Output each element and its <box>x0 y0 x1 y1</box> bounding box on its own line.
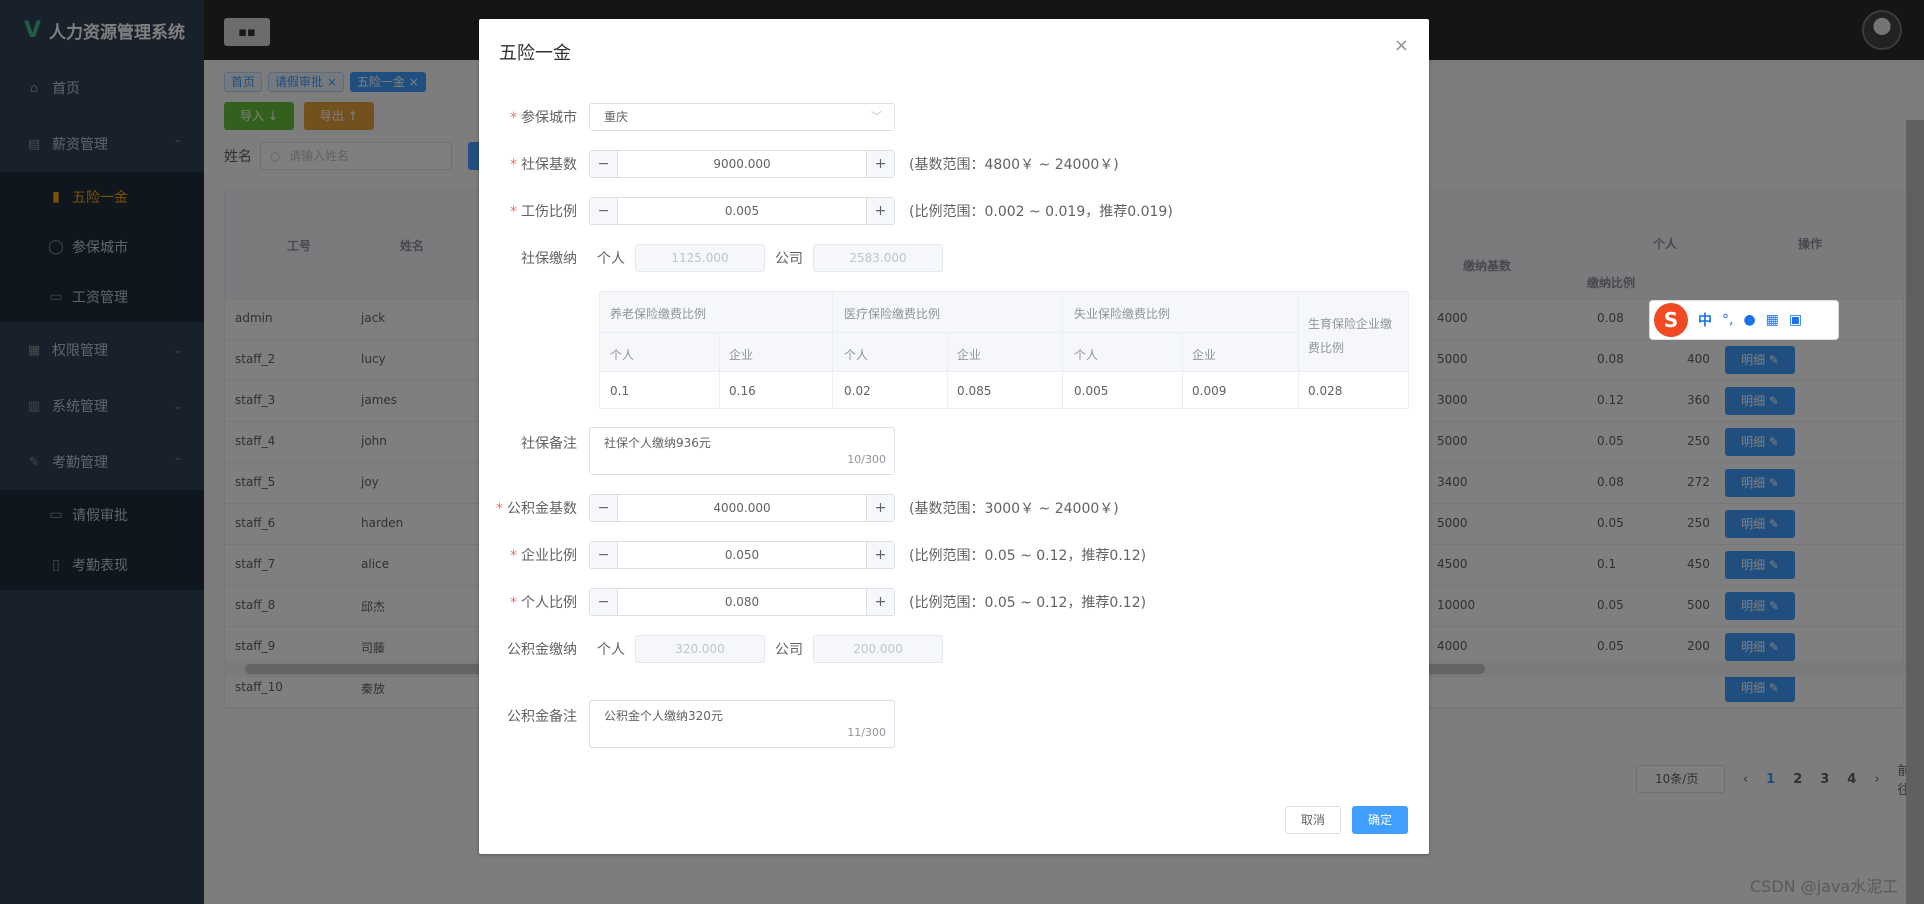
form-row-hf-personal: * 个人比例 − 0.080 + (比例范围：0.05 ~ 0.12，推荐0.12… <box>479 587 1146 617</box>
hf-base-hint: (基数范围：3000￥ ~ 24000￥) <box>909 501 1119 517</box>
watermark: CSDN @java水泥工 <box>1750 877 1899 896</box>
form-row-city: * 参保城市 重庆 ﹀ <box>479 102 895 132</box>
microphone-icon[interactable]: ● <box>1743 312 1755 328</box>
ss-base-hint: (基数范围：4800￥ ~ 24000￥) <box>909 157 1119 173</box>
hf-company-label: * 企业比例 <box>510 548 577 564</box>
insurance-dialog: 五险一金 × * 参保城市 重庆 ﹀ * 社保基数 − 9000.000 + (基数… <box>479 19 1429 854</box>
form-row-injury: * 工伤比例 − 0.005 + (比例范围：0.002 ~ 0.019，推荐0.… <box>479 196 1173 226</box>
ss-note-label: 社保备注 <box>521 436 577 452</box>
medical-personal-value: 0.02 <box>844 384 871 398</box>
hf-note-label: 公积金备注 <box>507 709 577 725</box>
form-row-ss-note: 社保备注 社保个人缴纳936元 10/300 <box>479 427 895 475</box>
medical-header: 医疗保险缴费比例 <box>844 307 941 321</box>
injury-input[interactable]: 0.005 <box>618 198 866 224</box>
personal-label: 个人 <box>597 251 625 267</box>
personal-label: 个人 <box>597 642 625 658</box>
medical-company-value: 0.085 <box>957 384 992 398</box>
confirm-button[interactable]: 确定 <box>1352 806 1408 834</box>
increment-button[interactable]: + <box>866 589 894 615</box>
cancel-button[interactable]: 取消 <box>1285 806 1341 834</box>
hf-personal-label: * 个人比例 <box>510 595 577 611</box>
city-value: 重庆 <box>604 110 629 124</box>
form-row-hf-pay: 公积金缴纳 个人 320.000 公司 200.000 <box>479 634 943 664</box>
ime-chinese-mode[interactable]: 中 <box>1698 310 1712 330</box>
ratio-table: 养老保险缴费比例 医疗保险缴费比例 失业保险缴费比例 生育保险企业缴费比例 个人… <box>599 291 1409 409</box>
hf-personal-hint: (比例范围：0.05 ~ 0.12，推荐0.12) <box>909 595 1147 611</box>
personal-subheader: 个人 <box>610 348 635 362</box>
char-counter: 11/300 <box>847 726 886 739</box>
decrement-button[interactable]: − <box>590 495 618 521</box>
maternity-company-value: 0.028 <box>1308 384 1343 398</box>
close-icon[interactable]: × <box>1394 35 1409 56</box>
decrement-button[interactable]: − <box>590 589 618 615</box>
ss-company-field: 2583.000 <box>813 244 943 272</box>
hf-company-stepper[interactable]: − 0.050 + <box>589 541 895 569</box>
city-select[interactable]: 重庆 ﹀ <box>589 103 895 131</box>
ime-punctuation[interactable]: °, <box>1722 312 1733 328</box>
hf-pay-label: 公积金缴纳 <box>507 642 577 658</box>
keyboard-icon[interactable]: ▦ <box>1766 312 1779 328</box>
hf-personal-field: 320.000 <box>635 635 765 663</box>
unemploy-company-value: 0.009 <box>1192 384 1227 398</box>
sogou-logo-icon: S <box>1654 303 1688 337</box>
decrement-button[interactable]: − <box>590 151 618 177</box>
hf-note-textarea[interactable]: 公积金个人缴纳320元 11/300 <box>589 700 895 748</box>
app-root: V 人力资源管理系统 ⌂ 首页 ▤ 薪资管理 ⌃ ▮ 五险一金 ◯ 参保城市 ▭… <box>0 0 1924 904</box>
company-subheader: 企业 <box>1192 348 1217 362</box>
hf-base-label: * 公积金基数 <box>496 501 577 517</box>
ss-note-textarea[interactable]: 社保个人缴纳936元 10/300 <box>589 427 895 475</box>
apps-icon[interactable]: ▣ <box>1789 312 1802 328</box>
hf-personal-input[interactable]: 0.080 <box>618 589 866 615</box>
form-row-ss-pay: 社保缴纳 个人 1125.000 公司 2583.000 <box>479 243 943 273</box>
personal-subheader: 个人 <box>1074 348 1099 362</box>
dialog-title: 五险一金 <box>499 43 571 64</box>
unemploy-header: 失业保险缴费比例 <box>1074 307 1171 321</box>
chevron-down-icon: ﹀ <box>871 110 882 123</box>
unemploy-personal-value: 0.005 <box>1074 384 1109 398</box>
maternity-header: 生育保险企业缴费比例 <box>1308 317 1393 355</box>
form-row-hf-note: 公积金备注 公积金个人缴纳320元 11/300 <box>479 700 895 748</box>
company-label: 公司 <box>775 251 803 267</box>
ss-base-label: * 社保基数 <box>510 157 577 173</box>
injury-hint: (比例范围：0.002 ~ 0.019，推荐0.019) <box>909 204 1173 220</box>
increment-button[interactable]: + <box>866 542 894 568</box>
ss-base-stepper[interactable]: − 9000.000 + <box>589 150 895 178</box>
increment-button[interactable]: + <box>866 151 894 177</box>
ime-toolbar[interactable]: S 中 °, ● ▦ ▣ <box>1649 300 1839 340</box>
injury-label: * 工伤比例 <box>510 204 577 220</box>
increment-button[interactable]: + <box>866 495 894 521</box>
ss-personal-field: 1125.000 <box>635 244 765 272</box>
company-label: 公司 <box>775 642 803 658</box>
hf-base-input[interactable]: 4000.000 <box>618 495 866 521</box>
ss-pay-label: 社保缴纳 <box>521 251 577 267</box>
hf-note-value: 公积金个人缴纳320元 <box>604 709 723 723</box>
increment-button[interactable]: + <box>866 198 894 224</box>
pension-personal-value: 0.1 <box>610 384 630 398</box>
injury-stepper[interactable]: − 0.005 + <box>589 197 895 225</box>
pension-company-value: 0.16 <box>729 384 756 398</box>
hf-company-field: 200.000 <box>813 635 943 663</box>
form-row-hf-company: * 企业比例 − 0.050 + (比例范围：0.05 ~ 0.12，推荐0.12… <box>479 540 1146 570</box>
form-row-ss-base: * 社保基数 − 9000.000 + (基数范围：4800￥ ~ 24000￥) <box>479 149 1119 179</box>
hf-personal-stepper[interactable]: − 0.080 + <box>589 588 895 616</box>
pension-header: 养老保险缴费比例 <box>610 307 707 321</box>
company-subheader: 企业 <box>957 348 982 362</box>
hf-company-hint: (比例范围：0.05 ~ 0.12，推荐0.12) <box>909 548 1147 564</box>
ss-base-input[interactable]: 9000.000 <box>618 151 866 177</box>
city-label: * 参保城市 <box>510 110 577 126</box>
form-row-hf-base: * 公积金基数 − 4000.000 + (基数范围：3000￥ ~ 24000￥… <box>479 493 1119 523</box>
char-counter: 10/300 <box>847 453 886 466</box>
hf-company-input[interactable]: 0.050 <box>618 542 866 568</box>
hf-base-stepper[interactable]: − 4000.000 + <box>589 494 895 522</box>
company-subheader: 企业 <box>729 348 754 362</box>
personal-subheader: 个人 <box>844 348 869 362</box>
ss-note-value: 社保个人缴纳936元 <box>604 436 711 450</box>
decrement-button[interactable]: − <box>590 542 618 568</box>
decrement-button[interactable]: − <box>590 198 618 224</box>
